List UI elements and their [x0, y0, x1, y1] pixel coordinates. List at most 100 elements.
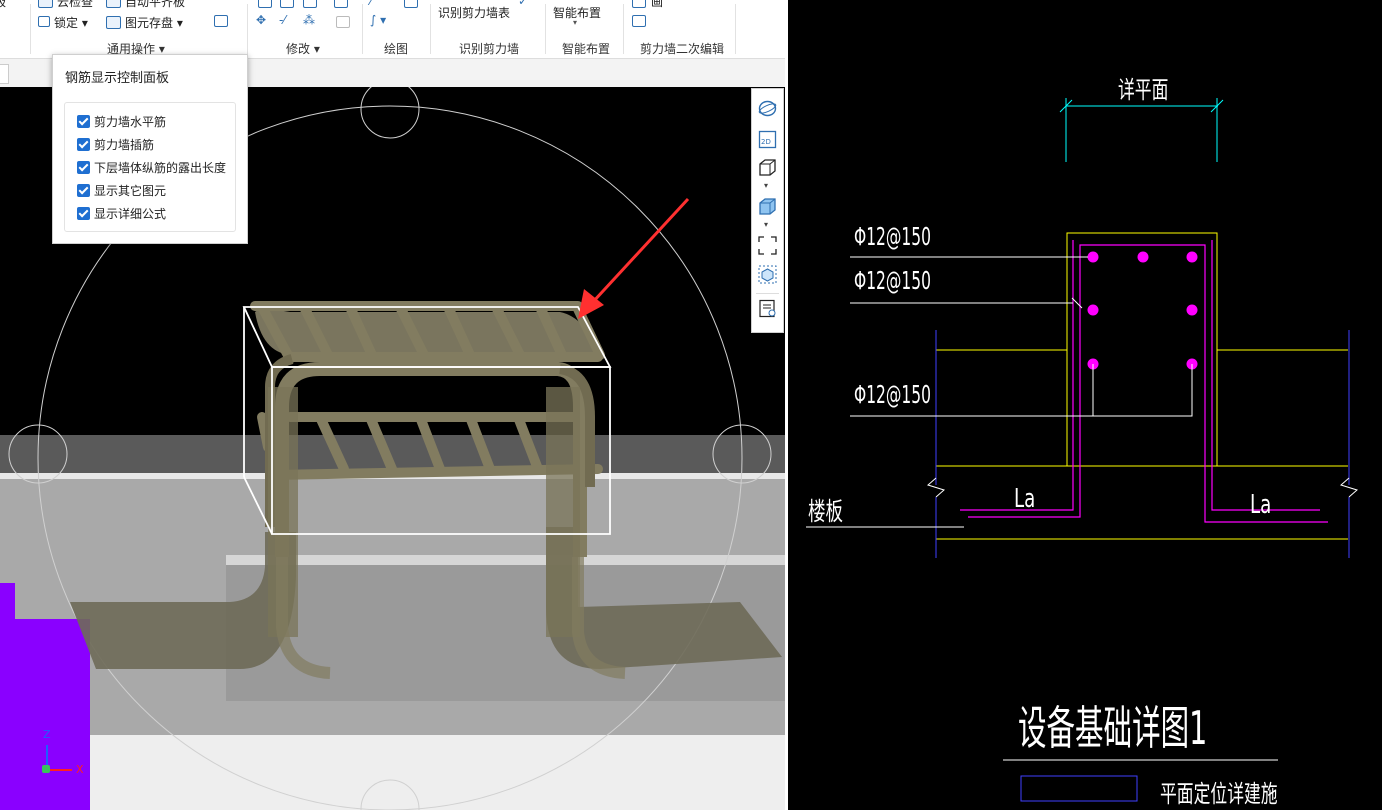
option-label: 显示详细公式	[94, 207, 167, 221]
group-secondary-edit[interactable]: 剪力墙二次编辑	[640, 40, 724, 57]
fit-view-icon[interactable]	[758, 236, 777, 255]
option-label: 剪力墙水平筋	[94, 115, 167, 129]
option-show-other-elements[interactable]: 显示其它图元	[77, 182, 166, 198]
cloud-check-label: 云检查	[57, 0, 94, 9]
dropdown-icon[interactable]: ▾	[764, 181, 768, 190]
rebar-display-panel[interactable]: 钢筋显示控制面板 剪力墙水平筋 剪力墙插筋 下层墙体纵筋的露出长度 显示其它图元…	[52, 54, 248, 244]
edit-disabled-icon	[336, 16, 350, 28]
software-window: Z X 极 云检查 自动平齐板 锁定 ▾ 图元存盘 ▾ 通用操作 ▾ ✥ -⁄ …	[0, 0, 785, 810]
checkbox-icon[interactable]	[77, 138, 90, 151]
panel-title: 钢筋显示控制面板	[65, 71, 170, 86]
extend-icon[interactable]: -⁄	[279, 13, 285, 27]
smart-layout-dropdown-icon[interactable]: ▾	[573, 18, 577, 27]
cube-view-icon[interactable]	[758, 158, 777, 177]
group-identify-wall[interactable]: 识别剪力墙	[459, 40, 519, 57]
group-modify-label: 修改	[286, 42, 311, 56]
purple-wall	[0, 619, 90, 810]
magenta-rebar	[960, 240, 1328, 523]
display-settings-icon[interactable]	[758, 299, 777, 318]
ribbon-separator	[30, 4, 31, 54]
drawing-title: 设备基础详图1	[1018, 701, 1208, 755]
lock-icon	[38, 16, 50, 27]
checkbox-icon[interactable]	[77, 161, 90, 174]
ribbon-cut-text: 极	[0, 0, 7, 9]
checkbox-icon[interactable]	[77, 184, 90, 197]
copy-icon[interactable]	[214, 15, 228, 27]
break-icon[interactable]	[334, 0, 348, 8]
orbit-icon[interactable]	[758, 99, 777, 118]
rebar-dots	[1087, 251, 1198, 370]
annotation-arrow	[578, 197, 690, 319]
array-icon[interactable]: ⁂	[303, 13, 315, 27]
check-icon[interactable]: ✓	[518, 0, 528, 8]
store-elements-icon	[106, 16, 121, 29]
align-icon[interactable]	[303, 0, 317, 8]
option-lower-wall-exposed-length[interactable]: 下层墙体纵筋的露出长度	[77, 159, 226, 175]
toolbar-separator	[756, 293, 779, 294]
option-wall-horizontal-rebar[interactable]: 剪力墙水平筋	[77, 113, 166, 129]
group-smart[interactable]: 智能布置	[562, 40, 610, 57]
view-toolbar: 2D ▾ ▾	[751, 88, 784, 333]
anchor-length-right: La	[1250, 490, 1272, 520]
auto-floor-label: 自动平齐板	[125, 0, 186, 9]
lock-button[interactable]: 锁定 ▾	[38, 14, 88, 31]
store-elements-button[interactable]: 图元存盘 ▾	[106, 14, 183, 31]
rebar-label-1: Φ12@150	[854, 222, 932, 251]
axis-origin	[42, 765, 50, 773]
svg-text:2D: 2D	[761, 138, 771, 146]
option-label: 显示其它图元	[94, 184, 167, 198]
ribbon-separator	[430, 4, 431, 54]
yellow-outline	[936, 232, 1348, 540]
ribbon-separator	[362, 4, 363, 54]
offset-icon[interactable]	[258, 0, 272, 8]
solid-cube-icon[interactable]	[758, 197, 777, 216]
wall-split-icon[interactable]	[632, 15, 646, 27]
break-symbols	[926, 477, 1359, 498]
2d-view-icon[interactable]: 2D	[758, 130, 777, 149]
axis-gizmo: Z X	[38, 727, 88, 777]
panel-options-list: 剪力墙水平筋 剪力墙插筋 下层墙体纵筋的露出长度 显示其它图元 显示详细公式	[64, 102, 236, 232]
wall-edit-icon[interactable]	[632, 0, 646, 8]
group-draw[interactable]: 绘图	[384, 40, 408, 57]
ribbon-toolbar: 极 云检查 自动平齐板 锁定 ▾ 图元存盘 ▾ 通用操作 ▾ ✥ -⁄ ⁂ 修改…	[0, 0, 785, 59]
dimension-lines	[1059, 98, 1224, 162]
axis-x-label: X	[76, 763, 84, 776]
cloud-check-button[interactable]: 云检查	[38, 0, 93, 10]
rebar-label-2: Φ12@150	[854, 266, 932, 295]
cad-drawing: 详平面 Φ12@150 Φ12@150 Φ12@150 楼板 La La 设备基…	[788, 0, 1382, 810]
axis-x-line	[48, 769, 72, 771]
mirror-icon[interactable]	[280, 0, 294, 8]
ribbon-separator	[735, 4, 736, 54]
axis-z-label: Z	[43, 728, 51, 741]
checkbox-icon[interactable]	[77, 207, 90, 220]
identify-wall-table-button[interactable]: 识别剪力墙表	[438, 4, 510, 21]
auto-floor-icon	[106, 0, 121, 8]
lock-label: 锁定	[54, 16, 79, 30]
drawing-tab[interactable]	[0, 64, 9, 84]
checkbox-icon[interactable]	[77, 115, 90, 128]
option-wall-dowel-rebar[interactable]: 剪力墙插筋	[77, 136, 154, 152]
option-label: 剪力墙插筋	[94, 138, 155, 152]
leader-lines	[806, 256, 1278, 761]
rebar-label-3: Φ12@150	[854, 380, 932, 409]
option-label: 下层墙体纵筋的露出长度	[94, 161, 227, 175]
arc-draw-icon[interactable]: ∫ ▾	[370, 13, 386, 27]
line-draw-icon[interactable]: ⁄	[370, 0, 372, 8]
option-show-detailed-formula[interactable]: 显示详细公式	[77, 205, 166, 221]
dropdown-icon[interactable]: ▾	[764, 220, 768, 229]
purple-wall-top	[0, 583, 15, 623]
auto-floor-button[interactable]: 自动平齐板	[106, 0, 185, 10]
ribbon-separator	[623, 4, 624, 54]
ribbon-separator	[545, 4, 546, 54]
anchor-length-left: La	[1014, 484, 1036, 514]
group-modify[interactable]: 修改 ▾	[286, 40, 320, 57]
slab-label: 楼板	[808, 497, 844, 526]
cloud-check-icon	[38, 0, 53, 8]
move-icon[interactable]: ✥	[256, 13, 266, 27]
orbit-handle-top[interactable]	[360, 87, 420, 139]
selection-box-icon[interactable]	[758, 265, 777, 284]
point-draw-icon[interactable]	[404, 0, 418, 8]
store-elements-label: 图元存盘	[125, 16, 174, 30]
detail-plan-label: 详平面	[1118, 76, 1169, 104]
wall-edit-text[interactable]: 画	[651, 0, 663, 10]
